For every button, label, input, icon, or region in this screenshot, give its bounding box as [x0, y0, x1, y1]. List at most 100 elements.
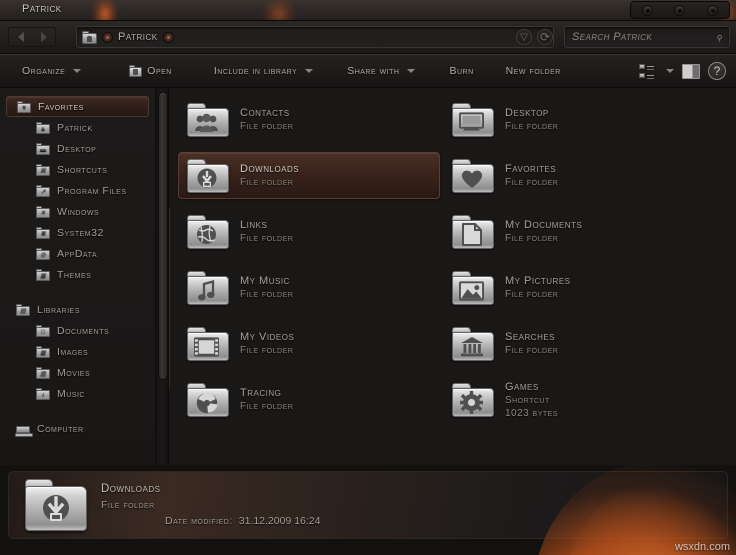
details-name: Downloads: [101, 483, 161, 495]
file-item-type: File folder: [505, 121, 559, 132]
sidebar-item-libraries[interactable]: ▤ Libraries: [6, 299, 149, 320]
share-with-button[interactable]: Share with: [337, 59, 425, 83]
file-item-favorites[interactable]: Favorites File folder: [443, 152, 705, 199]
sidebar-item-shortcuts[interactable]: ⌘ Shortcuts: [6, 159, 149, 180]
back-button[interactable]: [17, 32, 24, 42]
sidebar-item-favorites[interactable]: ♥ Favorites: [6, 96, 149, 117]
breadcrumb[interactable]: Patrick: [118, 31, 158, 43]
breadcrumb-separator-icon[interactable]: [102, 31, 113, 43]
close-button[interactable]: [707, 4, 719, 16]
file-item-searches[interactable]: Searches File folder: [443, 320, 705, 367]
file-item-meta: Desktop File folder: [505, 107, 558, 132]
file-item-name: My Pictures: [505, 275, 571, 287]
file-item-my-music[interactable]: My Music File folder: [178, 264, 440, 311]
view-options-icon[interactable]: [639, 64, 655, 78]
new-folder-label: New folder: [505, 65, 561, 77]
chevron-down-icon[interactable]: ▽: [516, 29, 532, 45]
file-item-meta: Searches File folder: [505, 331, 558, 356]
sidebar-item-movies[interactable]: ▥ Movies: [6, 362, 149, 383]
chevron-down-icon: [73, 69, 82, 73]
forward-button[interactable]: [40, 32, 47, 42]
sidebar-item-label: Program Files: [57, 184, 127, 197]
search-box[interactable]: ⌕: [564, 26, 730, 48]
folder-tracing-icon: [187, 382, 229, 417]
folder-desktop-icon: [452, 102, 494, 137]
burn-button[interactable]: Burn: [439, 59, 483, 83]
file-column-left: Contacts File folder Downloads File folder L…: [178, 96, 440, 432]
folder-shortcut-icon: ⌘: [36, 163, 50, 176]
file-item-downloads[interactable]: Downloads File folder: [178, 152, 440, 199]
include-in-library-button[interactable]: Include in library: [204, 59, 323, 83]
folder-favorites-icon: [452, 158, 494, 193]
search-icon[interactable]: ⌕: [711, 28, 729, 46]
sidebar-item-program-files[interactable]: ↗ Program Files: [6, 180, 149, 201]
file-item-type: Shortcut: [505, 394, 550, 406]
toolbar-right-group: ?: [639, 62, 736, 80]
file-item-desktop[interactable]: Desktop File folder: [443, 96, 705, 143]
sidebar-item-label: Images: [57, 345, 89, 358]
details-pane: Downloads File folder Date modified: 31.…: [0, 465, 736, 555]
breadcrumb-separator-icon[interactable]: [162, 31, 174, 43]
file-item-name: Searches: [505, 331, 556, 343]
sidebar-item-label: System32: [57, 226, 104, 239]
file-item-name: Favorites: [505, 163, 557, 175]
sidebar-item-documents[interactable]: □ Documents: [6, 320, 149, 341]
file-item-my-documents[interactable]: My Documents File folder: [443, 208, 705, 255]
file-item-type: File folder: [240, 401, 294, 412]
sidebar-item-themes[interactable]: ▣ Themes: [6, 264, 149, 285]
file-item-type: File folder: [240, 289, 294, 300]
chevron-down-icon: [407, 69, 416, 73]
sidebar-item-label: Shortcuts: [57, 163, 108, 176]
chevron-down-icon[interactable]: [666, 69, 674, 73]
open-button[interactable]: Open: [119, 59, 182, 83]
organize-button[interactable]: Organize: [12, 59, 91, 83]
details-modified-value: 31.12.2009 16:24: [238, 515, 321, 527]
sidebar-item-label: Libraries: [37, 303, 81, 316]
sidebar-item-label: Patrick: [57, 121, 93, 134]
help-icon[interactable]: ?: [708, 62, 726, 80]
file-item-meta: My Videos File folder: [240, 331, 294, 356]
sidebar-item-appdata[interactable]: ◎ AppData: [6, 243, 149, 264]
sidebar-item-images[interactable]: ▣ Images: [6, 341, 149, 362]
details-modified-row: Date modified: 31.12.2009 16:24: [165, 515, 320, 527]
file-item-tracing[interactable]: Tracing File folder: [178, 376, 440, 423]
sidebar-item-music[interactable]: ♪ Music: [6, 383, 149, 404]
folder-images-icon: ▣: [36, 345, 50, 358]
sidebar-item-system32[interactable]: ✖ System32: [6, 222, 149, 243]
share-label: Share with: [347, 65, 400, 77]
sidebar-item-desktop[interactable]: ▬ Desktop: [6, 138, 149, 159]
open-label: Open: [147, 65, 172, 77]
file-item-my-videos[interactable]: My Videos File folder: [178, 320, 440, 367]
folder-music-icon: ♪: [36, 387, 50, 400]
file-item-my-pictures[interactable]: My Pictures File folder: [443, 264, 705, 311]
file-item-type: File folder: [240, 121, 294, 132]
maximize-button[interactable]: [674, 4, 686, 16]
search-input[interactable]: [572, 31, 715, 43]
folder-searches-icon: [452, 326, 494, 361]
file-item-games[interactable]: Games Shortcut 1023 bytes: [443, 376, 705, 423]
sidebar-item-windows[interactable]: ✕ Windows: [6, 201, 149, 222]
file-item-links[interactable]: Links File folder: [178, 208, 440, 255]
preview-pane-icon[interactable]: [682, 63, 700, 79]
file-item-name: Contacts: [240, 107, 290, 119]
sidebar-item-label: Computer: [37, 422, 84, 435]
new-folder-button[interactable]: New folder: [496, 59, 571, 83]
title-bar: Patrick: [0, 0, 736, 21]
sidebar-item-label: Desktop: [57, 142, 97, 155]
folder-program-icon: ↗: [36, 184, 50, 197]
address-bar[interactable]: Patrick: [76, 26, 554, 48]
folder-downloads-icon: [25, 479, 87, 531]
sidebar-item-patrick[interactable]: ▲ Patrick: [6, 117, 149, 138]
file-item-name: My Music: [240, 275, 290, 287]
file-item-name: Games: [505, 380, 539, 393]
sidebar-item-computer[interactable]: Computer: [6, 418, 149, 439]
sidebar-scrollbar[interactable]: [155, 88, 170, 465]
refresh-icon[interactable]: ⟳: [537, 29, 553, 45]
file-item-contacts[interactable]: Contacts File folder: [178, 96, 440, 143]
sidebar-scrollbar-thumb[interactable]: [158, 92, 168, 380]
chevron-down-icon: [305, 69, 314, 73]
explorer-body: ♥ Favorites ▲ Patrick ▬ Desktop ⌘ Shortcuts ↗ Pro…: [0, 88, 736, 465]
folder-desktop-icon: ▬: [36, 142, 50, 155]
minimize-button[interactable]: [641, 4, 653, 16]
